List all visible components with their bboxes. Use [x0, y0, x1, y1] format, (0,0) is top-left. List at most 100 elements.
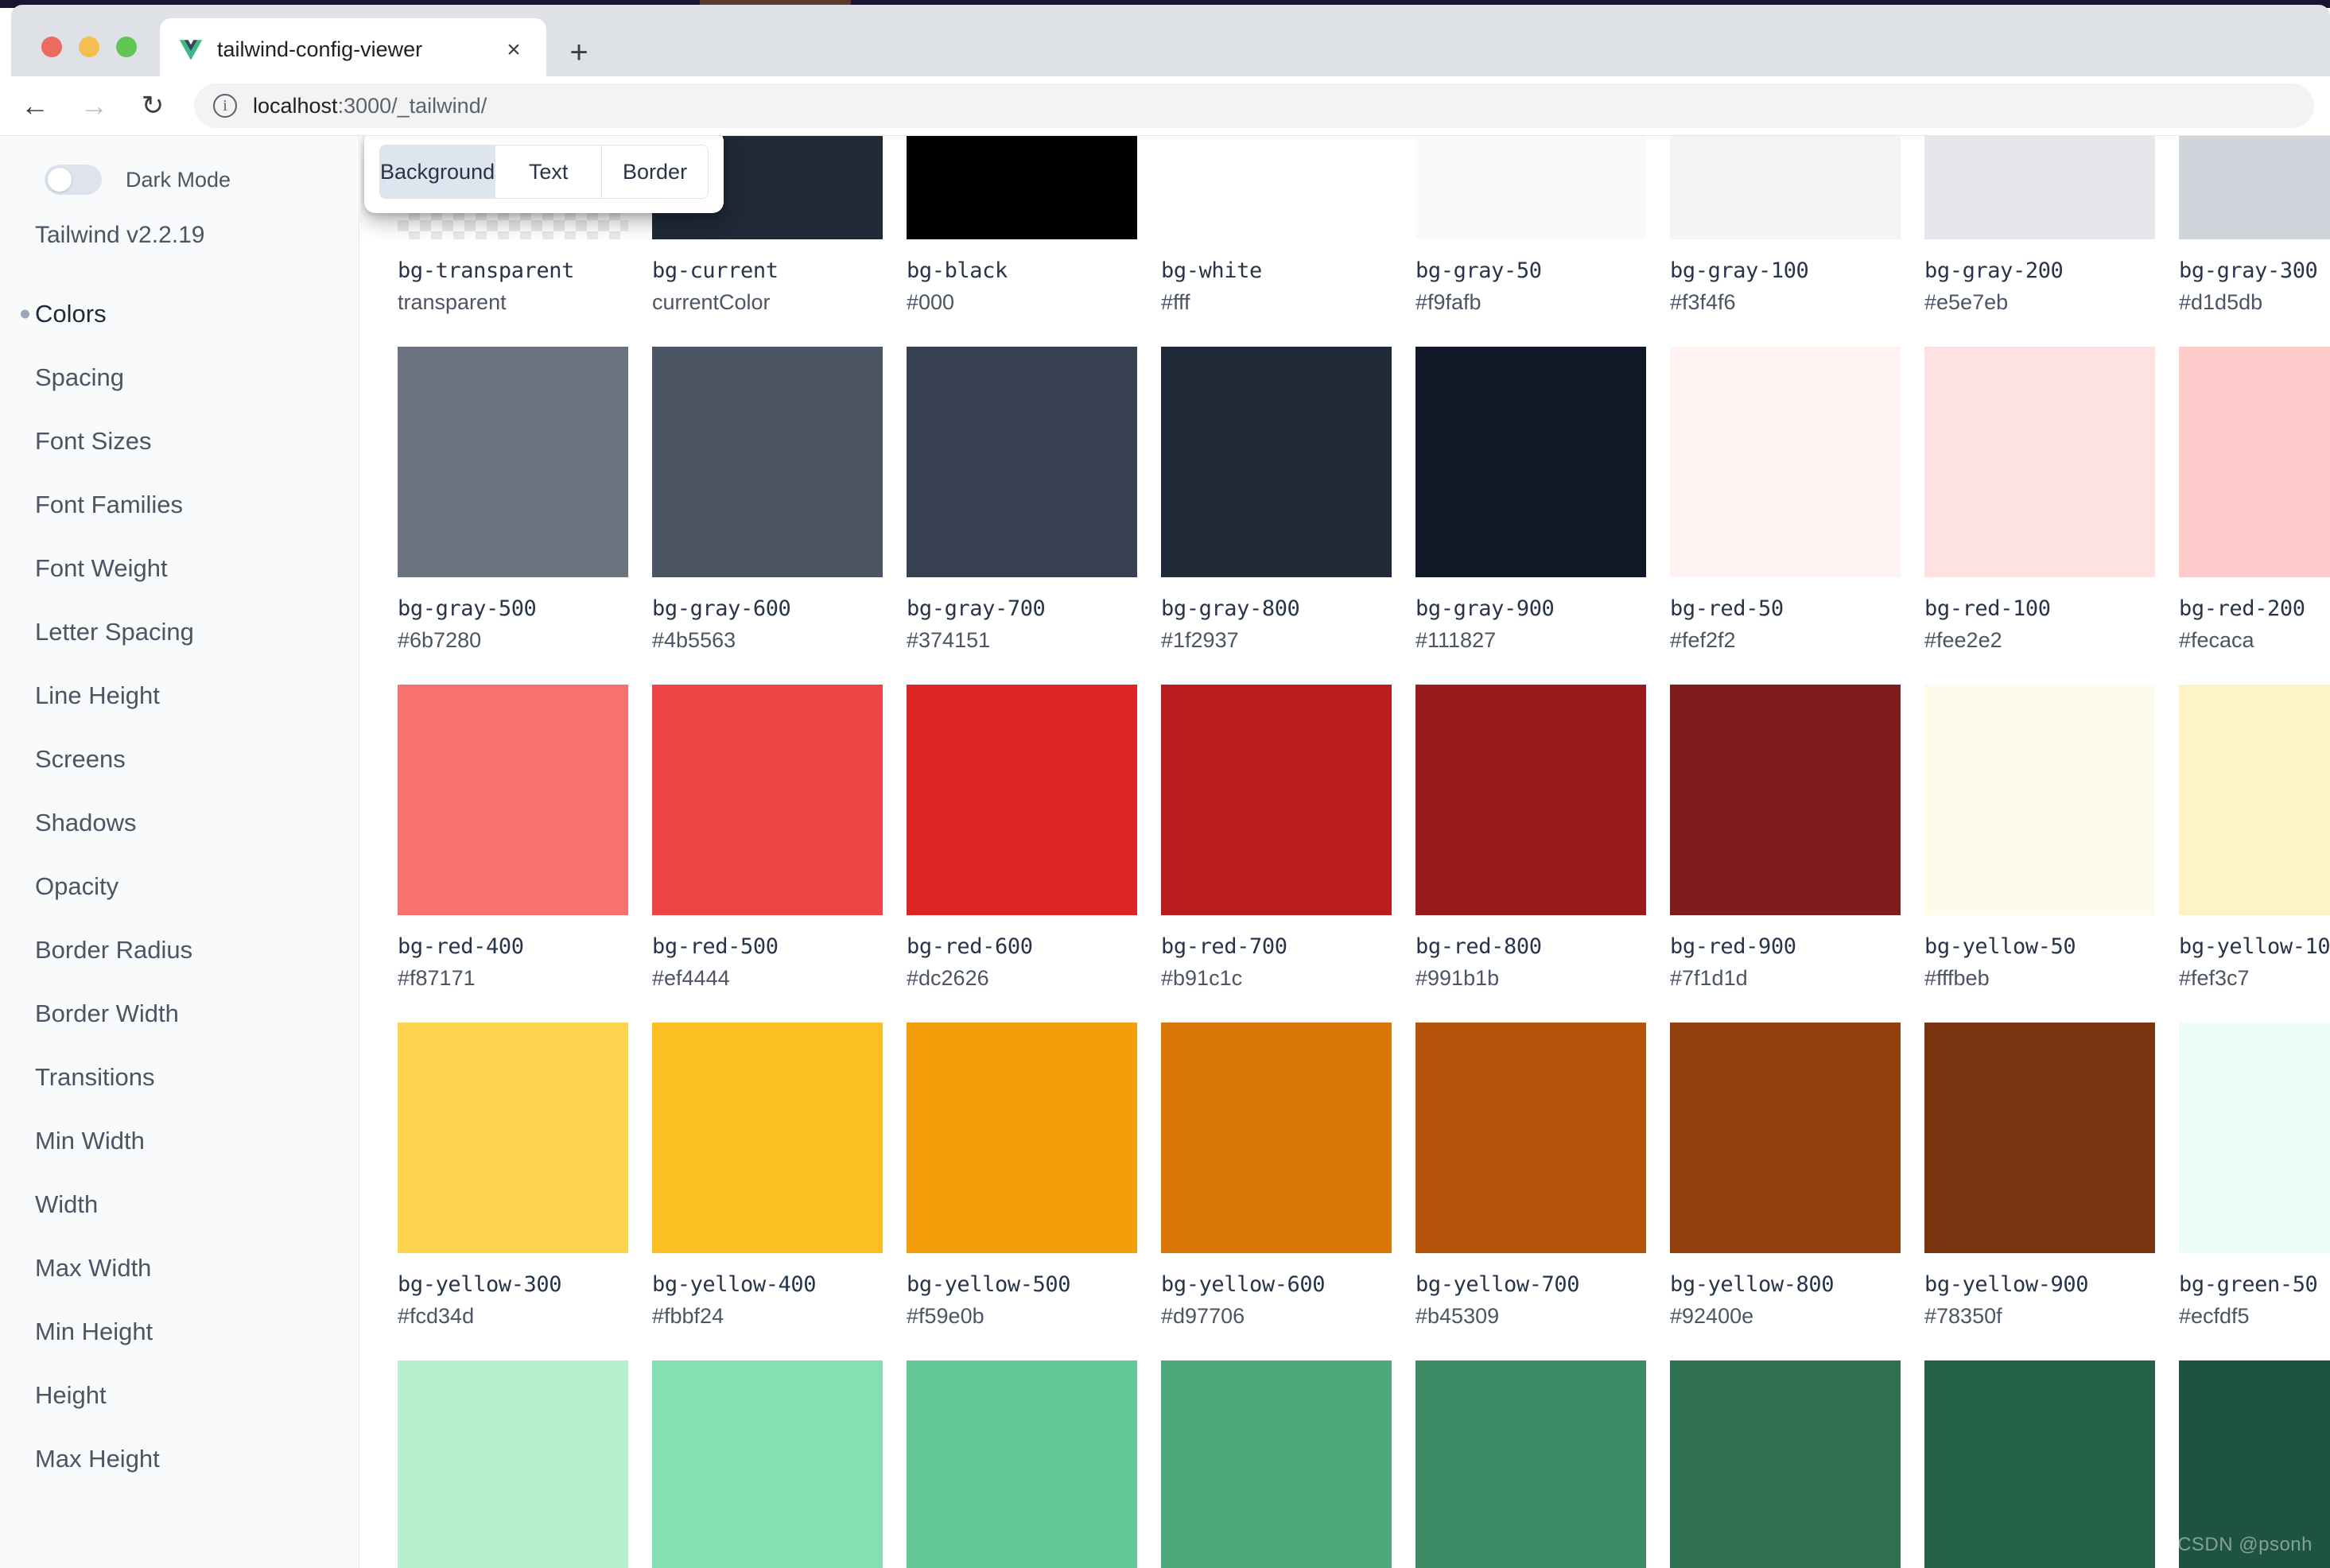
color-swatch-cell[interactable]: bg-red-50 #fef2f2	[1670, 347, 1924, 685]
color-swatch-box[interactable]	[1415, 347, 1646, 577]
close-tab-button[interactable]: ×	[499, 35, 529, 65]
sidebar-item-font-families[interactable]: Font Families	[0, 473, 359, 537]
color-swatch-box[interactable]	[2179, 136, 2330, 239]
color-swatch-cell[interactable]: bg-green-300#6ee7b7	[652, 1360, 907, 1568]
reload-button-icon[interactable]: ↻	[129, 82, 177, 130]
color-swatch-cell[interactable]: bg-yellow-400 #fbbf24	[652, 1023, 907, 1360]
sidebar-item-spacing[interactable]: Spacing	[0, 346, 359, 409]
color-swatch-box[interactable]	[652, 1023, 883, 1253]
color-swatch-box[interactable]	[1924, 1023, 2155, 1253]
back-button-icon[interactable]: ←	[11, 82, 59, 130]
color-swatch-box[interactable]	[1415, 1360, 1646, 1568]
color-swatch-box[interactable]	[1924, 685, 2155, 915]
color-swatch-box[interactable]	[1670, 685, 1901, 915]
color-swatch-cell[interactable]: bg-red-900 #7f1d1d	[1670, 685, 1924, 1023]
color-swatch-box[interactable]	[907, 1360, 1137, 1568]
color-swatch-cell[interactable]: bg-red-700 #b91c1c	[1161, 685, 1415, 1023]
color-swatch-cell[interactable]: bg-yellow-600 #d97706	[1161, 1023, 1415, 1360]
color-swatch-box[interactable]	[1415, 1023, 1646, 1253]
color-swatch-cell[interactable]: bg-yellow-700 #b45309	[1415, 1023, 1670, 1360]
color-swatch-cell[interactable]: bg-yellow-500 #f59e0b	[907, 1023, 1161, 1360]
color-swatch-cell[interactable]: bg-red-500 #ef4444	[652, 685, 907, 1023]
color-swatch-cell[interactable]: bg-green-700#047857	[1670, 1360, 1924, 1568]
color-swatch-cell[interactable]: bg-green-600#059669	[1415, 1360, 1670, 1568]
forward-button-icon[interactable]: →	[70, 82, 118, 130]
color-swatch-box[interactable]	[2179, 685, 2330, 915]
color-swatch-cell[interactable]: bg-green-400#34d399	[907, 1360, 1161, 1568]
color-swatch-cell[interactable]: bg-yellow-800 #92400e	[1670, 1023, 1924, 1360]
sidebar-item-border-radius[interactable]: Border Radius	[0, 918, 359, 982]
color-swatch-box[interactable]	[652, 347, 883, 577]
color-swatch-cell[interactable]: bg-red-200 #fecaca	[2179, 347, 2330, 685]
color-swatch-box[interactable]	[1670, 136, 1901, 239]
color-swatch-cell[interactable]: bg-green-200#a7f3d0	[398, 1360, 652, 1568]
color-swatch-box[interactable]	[1924, 347, 2155, 577]
color-swatch-box[interactable]	[1670, 1360, 1901, 1568]
sidebar-item-colors[interactable]: Colors	[0, 282, 359, 346]
color-swatch-box[interactable]	[652, 1360, 883, 1568]
color-swatch-box[interactable]	[1415, 685, 1646, 915]
sidebar-item-border-width[interactable]: Border Width	[0, 982, 359, 1046]
color-swatch-box[interactable]	[398, 347, 628, 577]
sidebar-item-height[interactable]: Height	[0, 1364, 359, 1427]
color-swatch-cell[interactable]: bg-yellow-100 #fef3c7	[2179, 685, 2330, 1023]
tab-background[interactable]: Background	[380, 146, 496, 198]
sidebar-item-font-sizes[interactable]: Font Sizes	[0, 409, 359, 473]
sidebar-item-min-height[interactable]: Min Height	[0, 1300, 359, 1364]
color-swatch-cell[interactable]: bg-green-500#10b981	[1161, 1360, 1415, 1568]
address-bar[interactable]: i localhost:3000/_tailwind/	[194, 83, 2314, 128]
color-swatch-box[interactable]	[1415, 136, 1646, 239]
color-swatch-cell[interactable]: bg-gray-200 #e5e7eb	[1924, 136, 2179, 347]
color-swatch-box[interactable]	[398, 1023, 628, 1253]
maximize-window-button[interactable]	[116, 37, 137, 57]
sidebar-item-width[interactable]: Width	[0, 1173, 359, 1236]
sidebar-item-min-width[interactable]: Min Width	[0, 1109, 359, 1173]
color-swatch-box[interactable]	[398, 685, 628, 915]
color-swatch-cell[interactable]: bg-red-600 #dc2626	[907, 685, 1161, 1023]
color-swatch-box[interactable]	[1161, 685, 1392, 915]
close-window-button[interactable]	[41, 37, 62, 57]
site-info-icon[interactable]: i	[213, 94, 237, 118]
color-swatch-cell[interactable]: bg-white #fff	[1161, 136, 1415, 347]
color-swatch-box[interactable]	[907, 136, 1137, 239]
tab-text[interactable]: Text	[495, 146, 603, 198]
color-swatch-box[interactable]	[652, 685, 883, 915]
color-swatch-box[interactable]	[907, 347, 1137, 577]
color-swatch-cell[interactable]: bg-red-100 #fee2e2	[1924, 347, 2179, 685]
color-swatch-box[interactable]	[398, 1360, 628, 1568]
sidebar-item-screens[interactable]: Screens	[0, 728, 359, 791]
color-swatch-box[interactable]	[1161, 136, 1392, 239]
tab-border[interactable]: Border	[602, 146, 708, 198]
color-swatch-cell[interactable]: bg-gray-700 #374151	[907, 347, 1161, 685]
color-swatch-box[interactable]	[1670, 347, 1901, 577]
minimize-window-button[interactable]	[79, 37, 99, 57]
color-swatch-cell[interactable]: bg-gray-500 #6b7280	[398, 347, 652, 685]
color-swatch-cell[interactable]: bg-black #000	[907, 136, 1161, 347]
color-swatch-box[interactable]	[1924, 136, 2155, 239]
color-swatch-cell[interactable]: bg-yellow-900 #78350f	[1924, 1023, 2179, 1360]
color-swatch-box[interactable]	[1161, 347, 1392, 577]
color-swatch-box[interactable]	[1161, 1360, 1392, 1568]
color-swatch-cell[interactable]: bg-green-50 #ecfdf5	[2179, 1023, 2330, 1360]
color-swatch-cell[interactable]: bg-red-800 #991b1b	[1415, 685, 1670, 1023]
color-swatch-box[interactable]	[907, 685, 1137, 915]
sidebar-item-line-height[interactable]: Line Height	[0, 664, 359, 728]
color-swatch-box[interactable]	[1924, 1360, 2155, 1568]
color-swatch-box[interactable]	[2179, 347, 2330, 577]
sidebar-item-opacity[interactable]: Opacity	[0, 855, 359, 918]
color-swatch-cell[interactable]: bg-green-800#065f46	[1924, 1360, 2179, 1568]
sidebar-item-shadows[interactable]: Shadows	[0, 791, 359, 855]
sidebar-item-max-height[interactable]: Max Height	[0, 1427, 359, 1491]
color-swatch-cell[interactable]: bg-gray-50 #f9fafb	[1415, 136, 1670, 347]
browser-tab[interactable]: tailwind-config-viewer ×	[160, 18, 546, 81]
color-swatch-cell[interactable]: bg-gray-600 #4b5563	[652, 347, 907, 685]
color-swatch-cell[interactable]: bg-gray-800 #1f2937	[1161, 347, 1415, 685]
sidebar-item-max-width[interactable]: Max Width	[0, 1236, 359, 1300]
sidebar-item-font-weight[interactable]: Font Weight	[0, 537, 359, 600]
color-swatch-cell[interactable]: bg-gray-100 #f3f4f6	[1670, 136, 1924, 347]
color-swatch-cell[interactable]: bg-red-400 #f87171	[398, 685, 652, 1023]
sidebar-item-letter-spacing[interactable]: Letter Spacing	[0, 600, 359, 664]
new-tab-button[interactable]: +	[560, 33, 598, 72]
color-swatch-box[interactable]	[1670, 1023, 1901, 1253]
dark-mode-row[interactable]: Dark Mode	[0, 157, 359, 203]
